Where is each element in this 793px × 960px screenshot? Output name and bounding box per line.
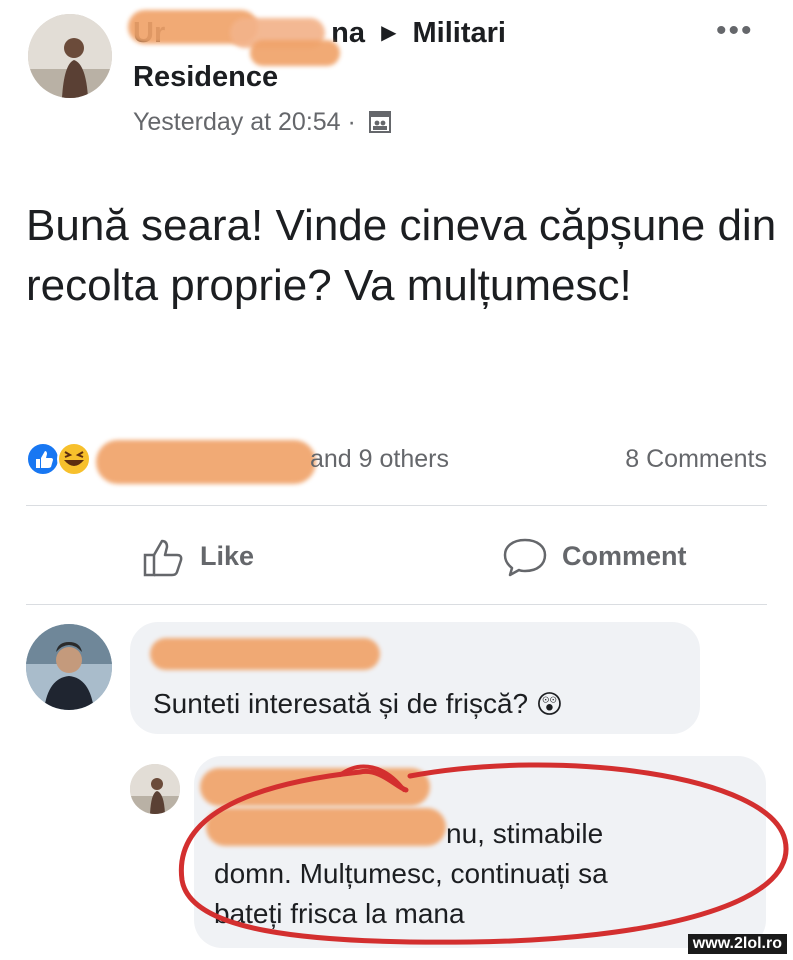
site-watermark: www.2lol.ro <box>687 934 787 954</box>
highlight-circle <box>178 762 789 945</box>
